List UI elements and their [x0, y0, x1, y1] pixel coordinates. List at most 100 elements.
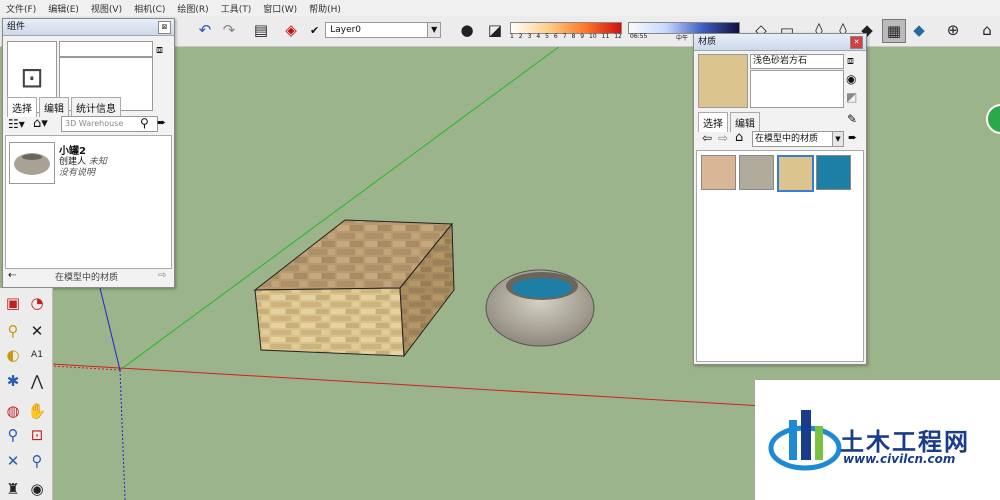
tab-select[interactable]: 选择: [7, 97, 37, 117]
time-noon-label: 中午: [676, 35, 689, 42]
home-icon[interactable]: ⌂▾: [33, 116, 48, 131]
tick: 10: [589, 33, 597, 40]
view-options-icon[interactable]: ☷▾: [8, 117, 25, 131]
tick: 6: [553, 33, 558, 40]
axes-icon[interactable]: ✱: [2, 370, 24, 392]
components-tabs: 选择 编辑 统计信息: [7, 97, 123, 117]
menu-file[interactable]: 文件(F): [0, 2, 42, 15]
menu-camera[interactable]: 相机(C): [128, 2, 171, 15]
check-icon: ✔: [310, 23, 320, 37]
shaded-style-icon[interactable]: ◆: [908, 19, 930, 41]
house-view-icon[interactable]: ⌂: [976, 19, 998, 41]
materials-panel-title-bar: 材质 ✕: [694, 34, 866, 51]
orbit-icon[interactable]: ◍: [2, 400, 24, 422]
position-camera-icon[interactable]: ♜: [2, 478, 24, 500]
layer-selector: ✔ Layer0 ▼: [310, 22, 442, 38]
material-swatch-water[interactable]: [816, 155, 851, 190]
close-icon[interactable]: ⊠: [158, 21, 171, 34]
components-footer: 在模型中的材质: [55, 273, 119, 283]
detail-menu-icon[interactable]: ⧈: [847, 54, 854, 68]
tick: 11: [601, 33, 610, 40]
shadow-icon[interactable]: ◪: [484, 19, 506, 41]
axis-blue-lower: [119, 369, 126, 500]
home-icon[interactable]: ⌂: [735, 130, 743, 145]
pan-icon[interactable]: ✋: [26, 400, 48, 422]
menu-tools[interactable]: 工具(T): [215, 2, 258, 15]
material-swatch-stucco[interactable]: [739, 155, 774, 190]
chevron-down-icon: ▼: [427, 23, 441, 37]
next-icon[interactable]: ➨: [848, 131, 857, 144]
chevron-down-icon: ▼: [832, 132, 843, 146]
tab-edit[interactable]: 编辑: [730, 112, 760, 132]
model-info-icon[interactable]: ◈: [280, 19, 302, 41]
component-name-field[interactable]: [59, 41, 153, 57]
material-swatch-sandstone[interactable]: [777, 155, 814, 192]
components-panel: 组件 ⊠ ⊡ ⧈ 选择 编辑 统计信息 ☷▾ ⌂▾ 3D Warehouse ⚲…: [2, 18, 175, 288]
component-list: 小罐2 创建人 未知 没有说明: [5, 135, 172, 269]
menu-help[interactable]: 帮助(H): [303, 2, 347, 15]
tab-edit[interactable]: 编辑: [39, 97, 69, 117]
footer-home-icon[interactable]: ⇠: [8, 270, 16, 281]
eyedropper-icon[interactable]: ✎: [847, 112, 857, 126]
material-name-field[interactable]: 浅色砂岩方石: [750, 54, 844, 69]
pot-water: [512, 278, 572, 298]
paint-bucket-icon[interactable]: ▣: [2, 292, 24, 314]
next-icon[interactable]: ➨: [157, 116, 166, 129]
material-preview: [698, 54, 748, 108]
look-around-icon[interactable]: ◉: [26, 478, 48, 500]
back-icon[interactable]: ⇦: [702, 131, 712, 145]
watermark-logo: [768, 410, 842, 471]
detail-menu-icon[interactable]: ⧈: [156, 43, 163, 57]
search-icon[interactable]: ⚲: [140, 116, 149, 130]
material-desc-field: [750, 70, 844, 108]
forward-icon[interactable]: ⇨: [718, 131, 728, 145]
section-plane-icon[interactable]: ⊕: [942, 19, 964, 41]
xray-style-icon[interactable]: ▦: [882, 19, 906, 43]
layer-dropdown[interactable]: Layer0 ▼: [325, 22, 442, 38]
material-swatch-beige[interactable]: [701, 155, 736, 190]
tick: 4: [536, 33, 541, 40]
dimension-icon[interactable]: ⋀: [26, 370, 48, 392]
push-pull-icon[interactable]: ⚲: [2, 320, 24, 342]
footer-forward-icon[interactable]: ⇨: [158, 270, 166, 281]
previous-view-icon[interactable]: ⚲: [26, 450, 48, 472]
move-icon[interactable]: ✕: [26, 320, 48, 342]
tick: 7: [562, 33, 567, 40]
menu-draw[interactable]: 绘图(R): [171, 2, 214, 15]
watermark-url: www.civilcn.com: [843, 452, 956, 466]
default-material-icon[interactable]: ◩: [846, 90, 857, 104]
box-front-face: [254, 287, 405, 357]
zoom-icon[interactable]: ⚲: [2, 424, 24, 446]
tick: 3: [527, 33, 532, 40]
menu-edit[interactable]: 编辑(E): [42, 2, 85, 15]
menu-bar: 文件(F) 编辑(E) 视图(V) 相机(C) 绘图(R) 工具(T) 窗口(W…: [0, 0, 1000, 17]
axis-red-dotted: [51, 365, 121, 371]
menu-view[interactable]: 视图(V): [85, 2, 128, 15]
menu-window[interactable]: 窗口(W): [257, 2, 303, 15]
watermark: 土木工程网 www.civilcn.com: [755, 380, 1000, 500]
library-dropdown[interactable]: 在模型中的材质 ▼: [752, 131, 844, 147]
pot-thumbnail: [9, 142, 55, 184]
eraser-icon[interactable]: ◔: [26, 292, 48, 314]
components-panel-title: 组件: [7, 22, 26, 32]
layer-value: Layer0: [330, 25, 362, 35]
materials-panel-title: 材质: [698, 37, 717, 47]
tick: 1: [510, 33, 514, 40]
tick: 9: [580, 33, 585, 40]
tab-select[interactable]: 选择: [698, 112, 728, 132]
layer-manager-icon[interactable]: ●: [456, 19, 478, 41]
zoom-window-icon[interactable]: ⊡: [26, 424, 48, 446]
list-item[interactable]: 小罐2 创建人 未知 没有说明: [9, 140, 167, 188]
zoom-extents-icon[interactable]: ✕: [2, 450, 24, 472]
create-material-icon[interactable]: ◉: [846, 72, 856, 86]
print-icon[interactable]: ▤: [250, 19, 272, 41]
materials-tabs: 选择 编辑: [698, 112, 762, 132]
text-icon[interactable]: A1: [26, 344, 48, 366]
tools-sidebar: ▣ ◔ ⚲ ✕ ◐ A1 ✱ ⋀ ◍ ✋ ⚲ ⊡ ✕ ⚲ ♜ ◉: [0, 288, 53, 500]
library-dropdown-value: 在模型中的材质: [755, 134, 819, 144]
tape-measure-icon[interactable]: ◐: [2, 344, 24, 366]
close-icon[interactable]: ✕: [850, 36, 863, 49]
redo-icon[interactable]: ↷: [218, 19, 240, 41]
tab-statistics[interactable]: 统计信息: [71, 97, 121, 117]
undo-icon[interactable]: ↶: [194, 19, 216, 41]
